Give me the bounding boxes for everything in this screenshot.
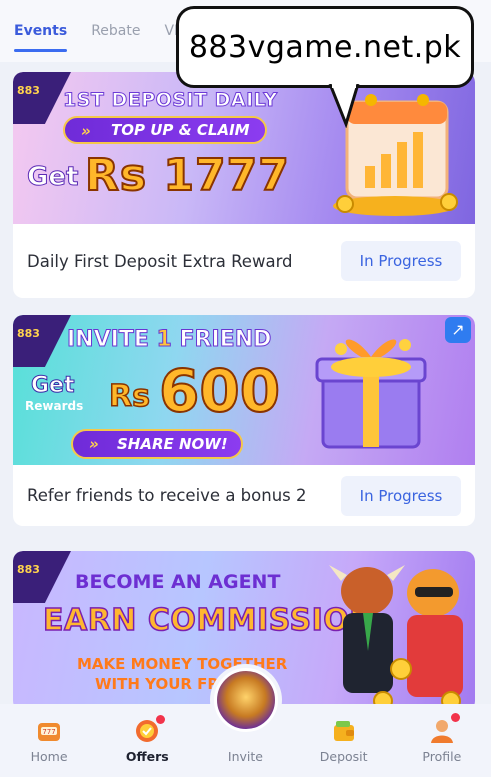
tab-rebate[interactable]: Rebate: [91, 0, 140, 62]
nav-label: Deposit: [319, 749, 368, 764]
invite-friend-banner[interactable]: 883 INVITE 1 FRIEND Get Rewards Rs 600 »…: [13, 315, 475, 465]
nav-deposit[interactable]: Deposit: [295, 704, 393, 777]
headline-number: 1: [156, 327, 172, 353]
svg-text:777: 777: [42, 728, 55, 736]
in-progress-button[interactable]: In Progress: [341, 241, 461, 281]
share-icon[interactable]: ↗: [445, 317, 471, 343]
share-now-pill[interactable]: » SHARE NOW!: [71, 429, 243, 459]
in-progress-button[interactable]: In Progress: [341, 475, 461, 516]
bubble-tail: [328, 84, 360, 128]
nav-offers[interactable]: Offers: [98, 704, 196, 777]
event-row: Daily First Deposit Extra Reward In Prog…: [13, 224, 475, 298]
banner-rewards-label: Rewards: [25, 399, 84, 413]
wallet-icon: [333, 721, 354, 741]
notification-dot: [156, 715, 166, 724]
pill-label: TOP UP & CLAIM: [111, 121, 250, 139]
banner-headline: INVITE 1 FRIEND: [67, 327, 272, 353]
brand-logo-tag: 883: [13, 551, 71, 603]
banner-get-label: Get: [26, 162, 79, 193]
tab-events[interactable]: Events: [14, 0, 68, 62]
event-card-daily-deposit[interactable]: 883 1ST DEPOSIT DAILY » TOP UP & CLAIM G…: [13, 72, 475, 298]
banner-headline: BECOME AN AGENT: [75, 571, 281, 593]
event-card-invite-friend[interactable]: 883 INVITE 1 FRIEND Get Rewards Rs 600 »…: [13, 315, 475, 526]
daily-deposit-banner[interactable]: 883 1ST DEPOSIT DAILY » TOP UP & CLAIM G…: [13, 72, 475, 224]
event-title: Refer friends to receive a bonus 2: [27, 486, 307, 505]
notification-dot: [450, 713, 460, 722]
user-icon: [430, 720, 453, 743]
event-title: Daily First Deposit Extra Reward: [27, 251, 293, 271]
banner-subline-2: WITH YOUR FRI: [95, 675, 225, 693]
user-icon-wrap: [428, 713, 460, 745]
banner-currency: Rs: [108, 378, 150, 415]
brand-logo-tag: 883: [13, 315, 71, 367]
event-row: Refer friends to receive a bonus 2 In Pr…: [13, 465, 475, 526]
double-chevron-icon: »: [81, 122, 91, 140]
app-root: Events Rebate VIP 883vgame.net.pk 883 1S…: [0, 0, 491, 777]
nav-label: Home: [30, 749, 68, 764]
nav-label: Offers: [125, 749, 169, 764]
top-up-claim-pill[interactable]: » TOP UP & CLAIM: [63, 116, 267, 144]
nav-profile[interactable]: Profile: [393, 704, 491, 777]
gift-box-icon: [315, 339, 427, 449]
headline-invite: INVITE: [67, 327, 150, 353]
banner-amount: 600: [158, 356, 281, 426]
medal-icon-wrap: [133, 715, 166, 745]
mascots-illustration: [329, 565, 463, 711]
headline-friend: FRIEND: [179, 327, 272, 353]
banner-headline: 1ST DEPOSIT DAILY: [63, 89, 278, 112]
watermark-bubble: 883vgame.net.pk: [176, 6, 474, 88]
nav-label: Profile: [422, 749, 462, 764]
slot-machine-icon: 777: [38, 723, 61, 741]
nav-home[interactable]: 777 Home: [0, 704, 98, 777]
banner-amount: Rs 1777: [84, 149, 290, 202]
banner-get-label: Get: [31, 373, 75, 399]
double-chevron-icon: »: [89, 435, 99, 453]
treasure-chest-icon[interactable]: [214, 668, 278, 732]
nav-label: Invite: [227, 749, 263, 764]
pill-label: SHARE NOW!: [117, 435, 228, 453]
